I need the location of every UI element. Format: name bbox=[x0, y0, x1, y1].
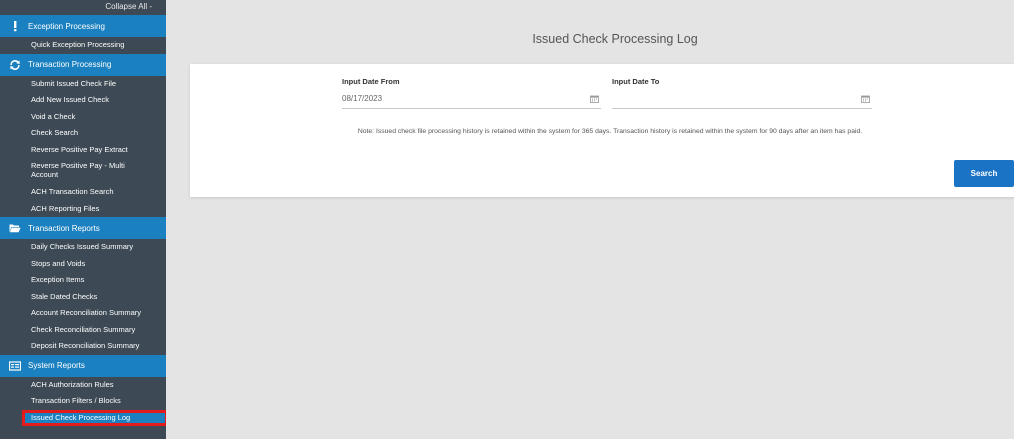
section-label: Transaction Reports bbox=[28, 223, 100, 233]
sidebar-item-check-search[interactable]: Check Search bbox=[0, 125, 166, 142]
sidebar-item-daily-checks-issued-summary[interactable]: Daily Checks Issued Summary bbox=[0, 239, 166, 256]
calendar-icon[interactable] bbox=[590, 95, 599, 103]
folder-open-icon bbox=[9, 222, 21, 234]
report-icon bbox=[9, 360, 21, 372]
sidebar-item-stale-dated-checks[interactable]: Stale Dated Checks bbox=[0, 289, 166, 306]
input-date-to-field[interactable] bbox=[612, 89, 872, 109]
sidebar-item-ach-transaction-search[interactable]: ACH Transaction Search bbox=[0, 184, 166, 201]
section-exception-processing[interactable]: Exception Processing bbox=[0, 15, 166, 37]
sidebar-item-account-reconciliation-summary[interactable]: Account Reconciliation Summary bbox=[0, 305, 166, 322]
sidebar-item-void-a-check[interactable]: Void a Check bbox=[0, 109, 166, 126]
input-date-from-field[interactable] bbox=[342, 89, 601, 109]
section-transaction-processing[interactable]: Transaction Processing bbox=[0, 53, 166, 76]
sidebar-item-quick-exception-processing[interactable]: Quick Exception Processing bbox=[0, 37, 166, 54]
section-transaction-reports[interactable]: Transaction Reports bbox=[0, 217, 166, 239]
section-label: System Reports bbox=[28, 361, 85, 370]
sidebar-item-submit-issued-check-file[interactable]: Submit Issued Check File bbox=[0, 76, 166, 93]
search-button[interactable]: Search bbox=[954, 160, 1014, 187]
sidebar-item-check-reconciliation-summary[interactable]: Check Reconciliation Summary bbox=[0, 322, 166, 339]
section-system-reports[interactable]: System Reports bbox=[0, 354, 166, 377]
collapse-all-link[interactable]: Collapse All - bbox=[0, 0, 166, 15]
sidebar-item-ach-reporting-files[interactable]: ACH Reporting Files bbox=[0, 201, 166, 218]
exclamation-icon bbox=[9, 20, 21, 32]
section-label: Transaction Processing bbox=[28, 60, 112, 69]
calendar-icon[interactable] bbox=[861, 95, 870, 103]
input-date-to-input[interactable] bbox=[612, 94, 732, 103]
sidebar-item-exception-items[interactable]: Exception Items bbox=[0, 272, 166, 289]
input-date-from-input[interactable] bbox=[342, 94, 462, 103]
sidebar-item-reverse-positive-pay-multi-account[interactable]: Reverse Positive Pay - Multi Account bbox=[0, 158, 166, 184]
input-date-to-label: Input Date To bbox=[612, 77, 660, 86]
input-date-from-label: Input Date From bbox=[342, 77, 400, 86]
sidebar-item-reverse-positive-pay-extract[interactable]: Reverse Positive Pay Extract bbox=[0, 142, 166, 159]
retention-note: Note: Issued check file processing histo… bbox=[357, 128, 863, 135]
section-label: Exception Processing bbox=[28, 21, 105, 31]
sidebar-item-issued-check-processing-log[interactable]: Issued Check Processing Log bbox=[22, 409, 166, 426]
sidebar: Collapse All - Exception Processing Quic… bbox=[0, 0, 166, 439]
sidebar-item-stops-and-voids[interactable]: Stops and Voids bbox=[0, 256, 166, 273]
sidebar-item-ach-authorization-rules[interactable]: ACH Authorization Rules bbox=[0, 377, 166, 394]
sidebar-item-add-new-issued-check[interactable]: Add New Issued Check bbox=[0, 92, 166, 109]
refresh-icon bbox=[9, 59, 21, 71]
page-title: Issued Check Processing Log bbox=[532, 32, 698, 46]
sidebar-item-deposit-reconciliation-summary[interactable]: Deposit Reconciliation Summary bbox=[0, 338, 166, 355]
sidebar-item-transaction-filters-blocks[interactable]: Transaction Filters / Blocks bbox=[0, 393, 166, 410]
search-form-card: Input Date From Input Date To bbox=[190, 64, 1014, 197]
